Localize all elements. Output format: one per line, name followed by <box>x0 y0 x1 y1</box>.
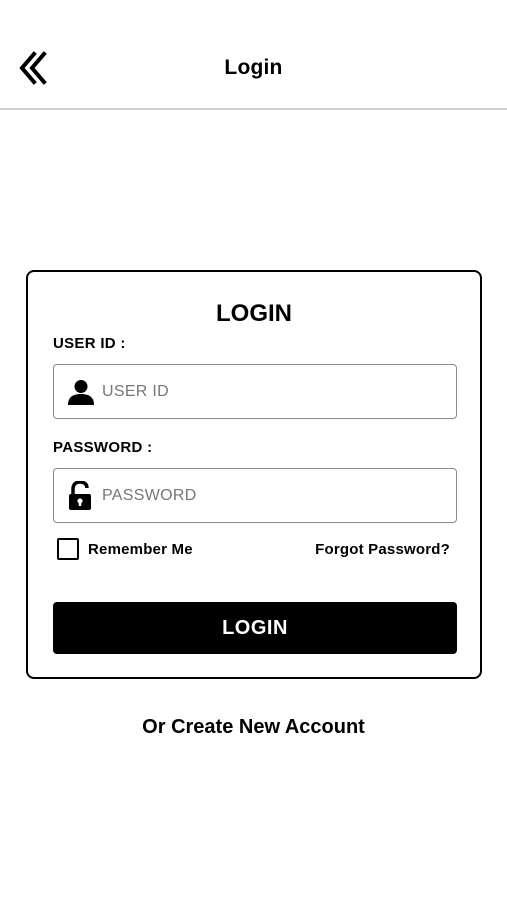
forgot-password-link[interactable]: Forgot Password? <box>315 541 450 558</box>
user-id-field[interactable] <box>53 364 457 419</box>
unlock-icon <box>66 480 96 511</box>
card-title: LOGIN <box>216 300 292 327</box>
login-card: LOGIN USER ID : PASSWORD : Remember Me F… <box>26 270 482 679</box>
app-header: Login <box>0 0 507 110</box>
remember-me-label: Remember Me <box>88 540 193 558</box>
login-button[interactable]: LOGIN <box>53 602 457 654</box>
user-id-input[interactable] <box>102 371 442 412</box>
user-id-label: USER ID : <box>53 335 126 352</box>
password-field[interactable] <box>53 468 457 523</box>
user-icon <box>66 377 96 407</box>
page-title: Login <box>224 56 283 79</box>
remember-me-toggle[interactable]: Remember Me <box>57 538 193 560</box>
password-input[interactable] <box>102 475 442 516</box>
create-account-link[interactable]: Or Create New Account <box>0 716 507 739</box>
remember-me-checkbox[interactable] <box>57 538 79 560</box>
password-label: PASSWORD : <box>53 439 153 456</box>
